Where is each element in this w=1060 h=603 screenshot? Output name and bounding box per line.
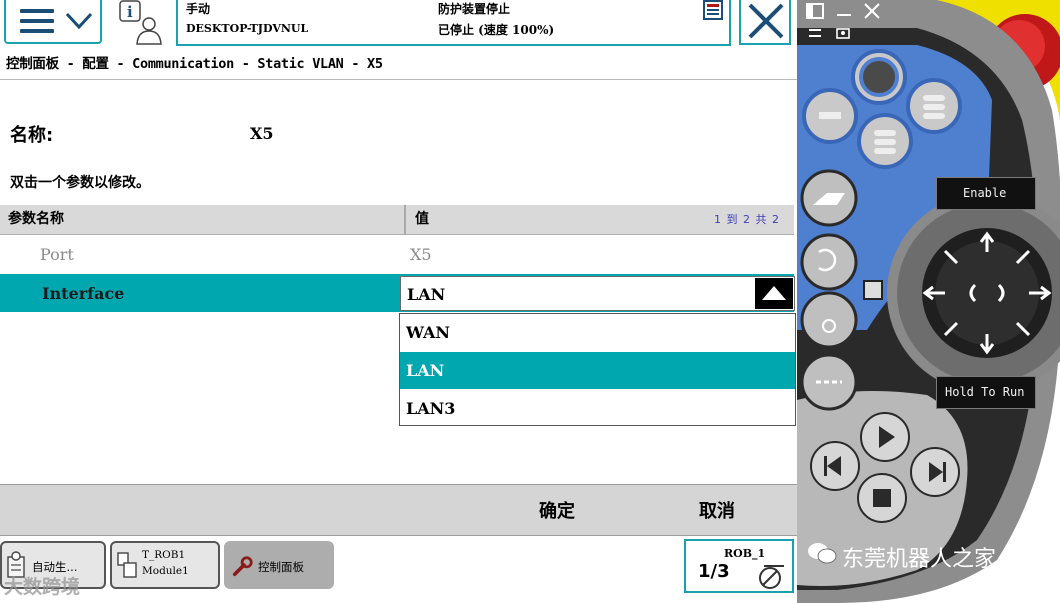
robot-name: ROB_1 — [724, 547, 766, 560]
option-label: LAN3 — [406, 399, 456, 418]
name-label: 名称: — [10, 125, 54, 146]
arrow-up-icon — [762, 286, 786, 300]
close-button[interactable] — [739, 0, 791, 45]
enable-label: Enable — [963, 186, 1007, 200]
operating-mode: 手动 — [186, 2, 211, 16]
ok-button[interactable]: 确定 — [477, 485, 637, 535]
column-header-name: 参数名称 — [8, 211, 64, 227]
column-header-value: 值 — [415, 211, 429, 227]
pendant-hardware: Enable Hold To Run 东莞机器人之家 — [797, 0, 1060, 603]
cancel-button[interactable]: 取消 — [637, 485, 797, 535]
hold-to-run-button[interactable]: Hold To Run — [936, 376, 1036, 409]
interface-select[interactable]: LAN — [400, 276, 795, 311]
abb-menu-button[interactable] — [4, 0, 102, 44]
quickset-button[interactable]: ROB_1 1/3 — [684, 539, 794, 593]
hold-to-run-label: Hold To Run — [945, 385, 1025, 399]
table-header: 参数名称 值 1 到 2 共 2 — [0, 205, 794, 235]
dropdown-option-selected[interactable]: LAN — [400, 352, 795, 389]
task-control-panel[interactable]: 控制面板 — [224, 541, 334, 589]
dropdown-list: WAN LAN LAN3 — [399, 313, 796, 426]
taskbar: 自动生... T_ROB1 Module1 控制面板 ROB_1 1/3 — [0, 537, 797, 595]
rob-status-icon — [759, 565, 784, 589]
controller-name: DESKTOP-TJDVNUL — [186, 22, 309, 35]
page-info: 1 到 2 共 2 — [714, 213, 780, 226]
task-label-line2: Module1 — [142, 565, 189, 577]
task-label-line1: T_ROB1 — [142, 549, 186, 561]
param-name: Port — [40, 245, 74, 264]
param-name: Interface — [42, 284, 125, 303]
status-doc-icon — [703, 0, 723, 20]
status-box[interactable]: 手动 DESKTOP-TJDVNUL 防护装置停止 已停止 (速度 100%) — [176, 0, 731, 46]
dropdown-option[interactable]: LAN3 — [400, 390, 795, 427]
wechat-logo — [807, 540, 837, 566]
option-label: WAN — [406, 323, 450, 342]
safety-state: 防护装置停止 — [438, 2, 511, 16]
status-bar: i 手动 DESKTOP-TJDVNUL 防护装置停止 已停止 (速度 100%… — [0, 0, 797, 47]
run-state: 已停止 (速度 100%) — [438, 23, 555, 37]
flexpendant-screen: i 手动 DESKTOP-TJDVNUL 防护装置停止 已停止 (速度 100%… — [0, 0, 797, 603]
watermark: 大数跨境 — [4, 576, 81, 598]
program-module-icon — [117, 552, 137, 578]
dropdown-option[interactable]: WAN — [400, 314, 795, 351]
svg-text:i: i — [127, 3, 133, 21]
column-divider[interactable] — [404, 205, 406, 235]
param-value: X5 — [410, 245, 432, 264]
close-icon — [748, 3, 784, 39]
watermark: 东莞机器人之家 — [842, 547, 997, 572]
ok-label: 确定 — [539, 501, 575, 522]
name-value: X5 — [250, 124, 274, 143]
operator-info-icon[interactable]: i — [116, 0, 168, 46]
action-bar: 确定 取消 — [0, 484, 797, 536]
select-value: LAN — [407, 285, 446, 304]
option-label: LAN — [406, 361, 445, 380]
cancel-label: 取消 — [699, 501, 735, 522]
wrench-icon — [232, 556, 253, 577]
instruction-text: 双击一个参数以修改。 — [10, 175, 150, 191]
chevron-down-icon — [65, 12, 93, 30]
enable-device[interactable]: Enable — [936, 177, 1036, 210]
menu-icon — [20, 9, 54, 33]
task-label: 控制面板 — [258, 560, 304, 574]
table-row[interactable]: Port X5 — [0, 236, 794, 272]
breadcrumb: 控制面板 - 配置 - Communication - Static VLAN … — [6, 56, 383, 72]
task-fraction: 1/3 — [698, 561, 730, 582]
programmable-keys — [800, 49, 1052, 523]
divider — [0, 79, 797, 80]
task-program-editor[interactable]: T_ROB1 Module1 — [110, 541, 220, 589]
dropdown-toggle-button[interactable] — [755, 278, 793, 309]
